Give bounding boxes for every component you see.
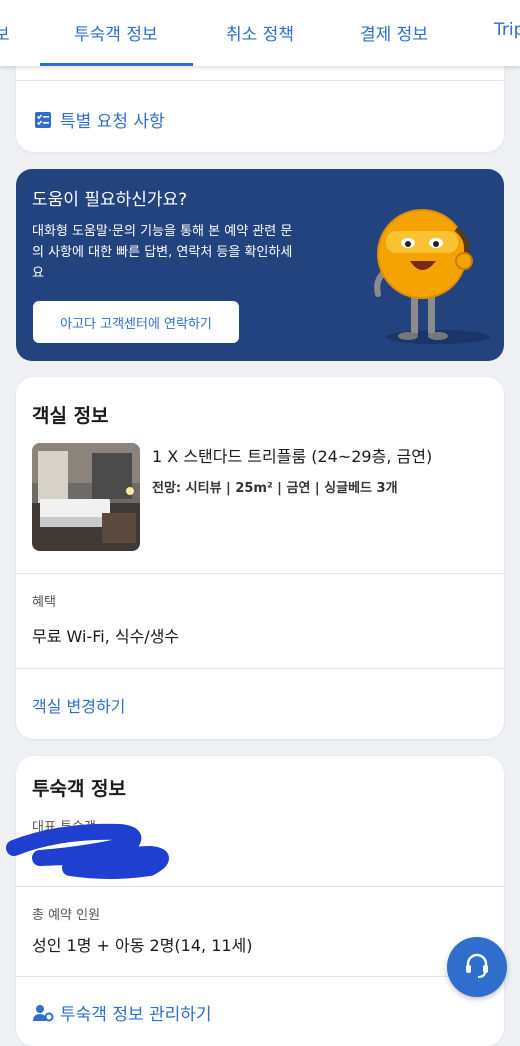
help-banner: 도움이 필요하신가요? 대화형 도움말·문의 기능을 통해 본 예약 관련 문 … (16, 169, 504, 361)
guest-info-card: 투숙객 정보 대표 투숙객 총 예약 인원 성인 1명 + 아동 2명(14, … (6, 756, 504, 1046)
tab-trip[interactable]: Trip (494, 20, 520, 40)
room-info-card: 객실 정보 1 X 스탠다드 트리플룸 (24~29층, 금연) 전망: 시티뷰… (16, 377, 504, 739)
headset-icon (462, 950, 492, 984)
contact-support-button[interactable]: 아고다 고객센터에 연락하기 (33, 301, 239, 343)
mascot-illustration (374, 209, 490, 344)
tab-bar: 보 투숙객 정보 취소 정책 결제 정보 Trip (0, 0, 520, 66)
tab-partial-left[interactable]: 보 (0, 20, 10, 45)
special-request-label: 특별 요청 사항 (60, 112, 165, 132)
help-title: 도움이 필요하신가요? (32, 190, 188, 210)
room-details: 전망: 시티뷰 | 25m² | 금연 | 싱글베드 3개 (152, 481, 398, 496)
guest-info-title: 투숙객 정보 (32, 778, 127, 800)
support-fab[interactable] (447, 937, 507, 997)
card-divider (16, 886, 504, 887)
tab-cancellation-policy[interactable]: 취소 정책 (226, 20, 294, 45)
active-tab-indicator (40, 63, 193, 66)
room-info-title: 객실 정보 (32, 405, 109, 427)
card-divider (16, 668, 504, 669)
total-guests-value: 성인 1명 + 아동 2명(14, 11세) (32, 936, 253, 955)
benefit-value: 무료 Wi-Fi, 식수/생수 (32, 627, 180, 646)
redaction-scribble (6, 823, 169, 879)
tab-payment-info[interactable]: 결제 정보 (360, 20, 428, 45)
room-name: 1 X 스탠다드 트리플룸 (24~29층, 금연) (152, 447, 433, 466)
total-guests-label: 총 예약 인원 (32, 908, 101, 923)
help-desc-line: 대화형 도움말·문의 기능을 통해 본 예약 관련 문 (32, 224, 293, 239)
change-room-link[interactable]: 객실 변경하기 (32, 693, 125, 717)
checklist-icon (34, 111, 52, 129)
card-divider (16, 976, 504, 977)
card-divider (16, 80, 504, 81)
tab-guest-info[interactable]: 투숙객 정보 (74, 20, 158, 45)
help-desc-line: 요 (32, 266, 44, 281)
room-photo[interactable] (32, 443, 140, 551)
benefit-label: 혜택 (32, 595, 56, 610)
special-request-link[interactable]: 특별 요청 사항 (34, 107, 165, 132)
people-gear-icon (32, 1003, 54, 1023)
manage-guest-label: 투숙객 정보 관리하기 (60, 1005, 212, 1025)
help-desc-line: 의 사항에 대한 빠른 답변, 연락처 등을 확인하세 (32, 245, 293, 260)
manage-guest-link[interactable]: 투숙객 정보 관리하기 (32, 1000, 212, 1025)
card-divider (16, 573, 504, 574)
help-description: 대화형 도움말·문의 기능을 통해 본 예약 관련 문 의 사항에 대한 빠른 … (32, 221, 342, 284)
